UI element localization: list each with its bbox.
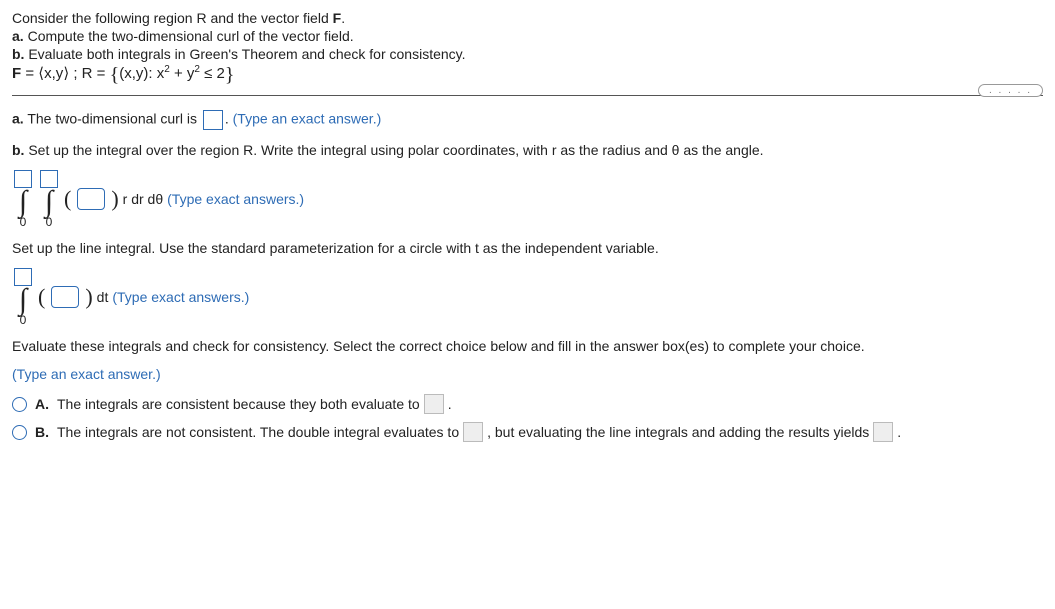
open-paren-icon: ( [38, 284, 45, 310]
formula-line: F = ⟨x,y⟩ ; R = {(x,y): x2 + y2 ≤ 2} [12, 64, 1043, 87]
outer-lower-limit: 0 [20, 216, 27, 228]
open-paren-icon: ( [64, 186, 71, 212]
part-a: a. The two-dimensional curl is . (Type a… [12, 110, 1043, 130]
choice-a-row: A. The integrals are consistent because … [12, 394, 1043, 414]
single-integral-row: ∫ 0 () dt (Type exact answers.) [12, 268, 1043, 326]
single-int-hint: (Type exact answers.) [112, 289, 249, 305]
integral-icon: ∫ [19, 189, 27, 215]
part-a-text2: . [225, 111, 233, 127]
choice-b-value1-input[interactable] [463, 422, 483, 442]
more-options-button[interactable]: . . . . . [978, 84, 1043, 97]
close-paren-icon: ) [111, 186, 118, 212]
label-b: b. [12, 46, 24, 62]
formula-plus: + y [170, 65, 195, 82]
double-integrand-input[interactable] [77, 188, 105, 210]
header-line1-end: . [341, 10, 345, 26]
single-int-suffix: dt [97, 289, 109, 305]
choice-a-text2: . [448, 396, 452, 412]
double-integral-row: ∫ 0 ∫ 0 () r dr dθ (Type exact answers.) [12, 170, 1043, 228]
line-integral-setup: Set up the line integral. Use the standa… [12, 240, 1043, 256]
choice-a-value-input[interactable] [424, 394, 444, 414]
part-b-text: Set up the integral over the region R. W… [24, 142, 763, 158]
header-line1: Consider the following region R and the … [12, 10, 333, 26]
choice-b-text2: , but evaluating the line integrals and … [487, 424, 869, 440]
inner-integral: ∫ 0 [38, 170, 60, 228]
outer-integral: ∫ 0 [12, 170, 34, 228]
part-a-hint: (Type an exact answer.) [233, 111, 382, 127]
formula-xy: x,y [44, 65, 63, 82]
text-b: Evaluate both integrals in Green's Theor… [24, 46, 465, 62]
choice-b-radio[interactable] [12, 425, 27, 440]
integral-icon: ∫ [45, 189, 53, 215]
label-a: a. [12, 28, 24, 44]
choice-b-text1: The integrals are not consistent. The do… [57, 424, 459, 440]
formula-sep: ; R = [69, 65, 109, 82]
part-a-text1: The two-dimensional curl is [24, 111, 201, 127]
formula-cond-pre: (x,y): x [119, 65, 164, 82]
text-a: Compute the two-dimensional curl of the … [24, 28, 354, 44]
integral-icon: ∫ [19, 287, 27, 313]
formula-le: ≤ 2 [200, 65, 225, 82]
evaluate-hint: (Type an exact answer.) [12, 366, 1043, 382]
choice-b-letter: B. [35, 424, 49, 440]
line-lower-limit: 0 [20, 314, 27, 326]
double-int-hint: (Type exact answers.) [167, 191, 304, 207]
part-a-label: a. [12, 111, 24, 127]
part-b-label: b. [12, 142, 24, 158]
formula-eq: = [21, 65, 38, 82]
inner-lower-limit: 0 [46, 216, 53, 228]
choice-b-value2-input[interactable] [873, 422, 893, 442]
line-integrand-input[interactable] [51, 286, 79, 308]
choice-b-text3: . [897, 424, 901, 440]
line-integral: ∫ 0 [12, 268, 34, 326]
close-paren-icon: ) [85, 284, 92, 310]
close-curly: } [225, 64, 235, 86]
divider [12, 95, 1043, 96]
formula-F: F [12, 65, 21, 82]
choice-a-text1: The integrals are consistent because the… [57, 396, 420, 412]
choice-b-row: B. The integrals are not consistent. The… [12, 422, 1043, 442]
choice-a-letter: A. [35, 396, 49, 412]
vector-field-F: F [333, 10, 342, 26]
double-int-suffix: r dr dθ [123, 191, 163, 207]
curl-answer-input[interactable] [203, 110, 223, 130]
problem-header: Consider the following region R and the … [12, 10, 1043, 87]
part-b-intro: b. Set up the integral over the region R… [12, 142, 1043, 158]
choice-a-radio[interactable] [12, 397, 27, 412]
evaluate-text: Evaluate these integrals and check for c… [12, 338, 1043, 354]
open-curly: { [110, 64, 120, 86]
